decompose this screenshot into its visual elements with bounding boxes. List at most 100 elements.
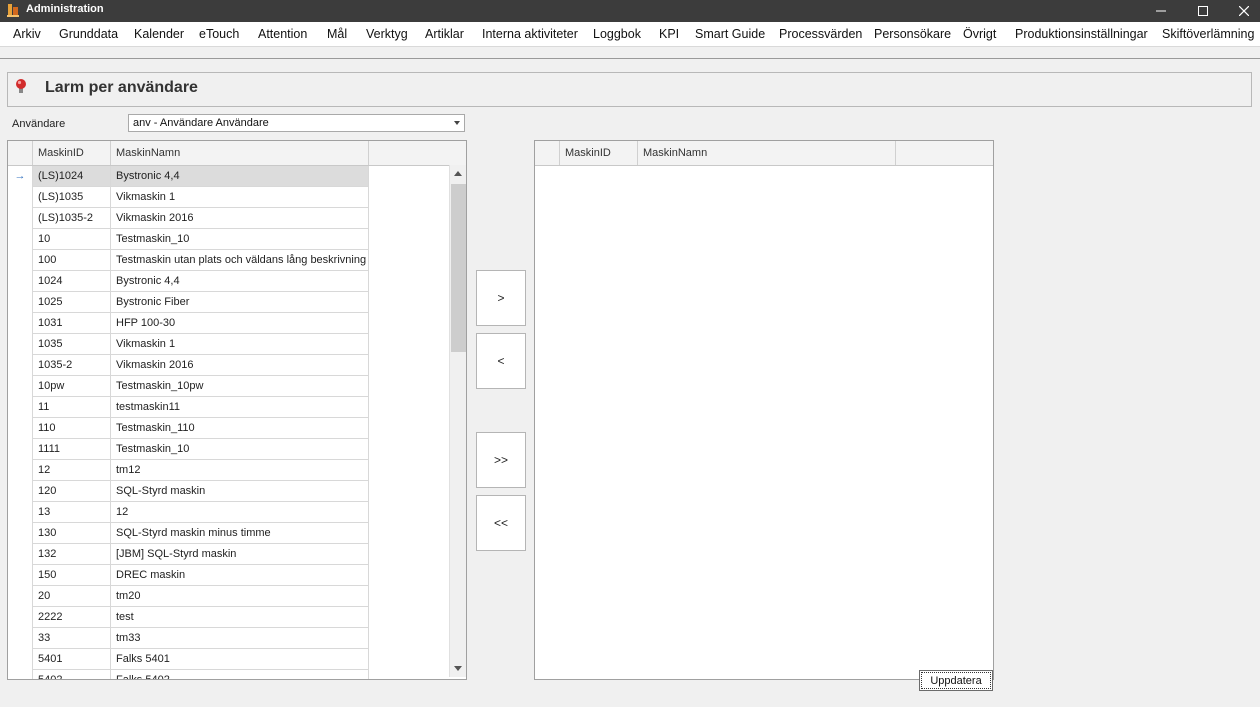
cell-machine-id[interactable]: 120 bbox=[33, 481, 111, 502]
cell-machine-name[interactable]: Bystronic 4,4 bbox=[111, 271, 369, 292]
menu-item-9[interactable]: Loggbok bbox=[593, 26, 641, 42]
row-indicator[interactable] bbox=[8, 355, 33, 376]
add-all-button[interactable]: >> bbox=[476, 432, 526, 488]
cell-machine-name[interactable]: Vikmaskin 2016 bbox=[111, 355, 369, 376]
row-indicator[interactable] bbox=[8, 502, 33, 523]
cell-machine-id[interactable]: 10 bbox=[33, 229, 111, 250]
cell-machine-id[interactable]: 1035-2 bbox=[33, 355, 111, 376]
cell-machine-id[interactable]: 100 bbox=[33, 250, 111, 271]
menu-item-11[interactable]: Smart Guide bbox=[695, 26, 765, 42]
row-indicator[interactable] bbox=[8, 670, 33, 679]
cell-machine-name[interactable]: Falks 5401 bbox=[111, 649, 369, 670]
row-indicator[interactable] bbox=[8, 565, 33, 586]
table-row[interactable]: 120 SQL-Styrd maskin bbox=[8, 481, 369, 502]
row-indicator[interactable] bbox=[8, 586, 33, 607]
menu-item-10[interactable]: KPI bbox=[659, 26, 679, 42]
menu-item-5[interactable]: Mål bbox=[327, 26, 347, 42]
table-row[interactable]: 1111 Testmaskin_10 bbox=[8, 439, 369, 460]
menu-item-14[interactable]: Övrigt bbox=[963, 26, 996, 42]
cell-machine-id[interactable]: 130 bbox=[33, 523, 111, 544]
close-button[interactable] bbox=[1223, 0, 1260, 22]
cell-machine-name[interactable]: Vikmaskin 2016 bbox=[111, 208, 369, 229]
menu-item-3[interactable]: eTouch bbox=[199, 26, 239, 42]
menu-item-16[interactable]: Skiftöverlämning bbox=[1162, 26, 1254, 42]
cell-machine-name[interactable]: DREC maskin bbox=[111, 565, 369, 586]
table-row[interactable]: 20 tm20 bbox=[8, 586, 369, 607]
row-indicator[interactable] bbox=[8, 649, 33, 670]
menu-item-13[interactable]: Personsökare bbox=[874, 26, 951, 42]
row-indicator[interactable] bbox=[8, 418, 33, 439]
table-row[interactable]: → (LS)1024 Bystronic 4,4 bbox=[8, 166, 369, 187]
cell-machine-name[interactable]: Vikmaskin 1 bbox=[111, 334, 369, 355]
column-header-machine-id[interactable]: MaskinID bbox=[560, 141, 638, 165]
maximize-button[interactable] bbox=[1182, 0, 1224, 22]
row-indicator[interactable]: → bbox=[8, 166, 33, 187]
row-indicator[interactable] bbox=[8, 208, 33, 229]
cell-machine-name[interactable]: SQL-Styrd maskin bbox=[111, 481, 369, 502]
scroll-down-icon[interactable] bbox=[454, 666, 462, 671]
row-indicator[interactable] bbox=[8, 376, 33, 397]
cell-machine-id[interactable]: 132 bbox=[33, 544, 111, 565]
cell-machine-id[interactable]: 110 bbox=[33, 418, 111, 439]
cell-machine-id[interactable]: 10pw bbox=[33, 376, 111, 397]
cell-machine-name[interactable]: tm12 bbox=[111, 460, 369, 481]
row-indicator[interactable] bbox=[8, 460, 33, 481]
cell-machine-name[interactable]: Testmaskin utan plats och väldans lång b… bbox=[111, 250, 369, 271]
refresh-button[interactable]: Uppdatera bbox=[919, 670, 993, 691]
menu-item-2[interactable]: Kalender bbox=[134, 26, 184, 42]
cell-machine-id[interactable]: 1031 bbox=[33, 313, 111, 334]
available-machines-grid[interactable]: MaskinID MaskinNamn → (LS)1024 Bystronic 4… bbox=[7, 140, 467, 680]
cell-machine-id[interactable]: 150 bbox=[33, 565, 111, 586]
table-row[interactable]: 33 tm33 bbox=[8, 628, 369, 649]
remove-all-button[interactable]: << bbox=[476, 495, 526, 551]
cell-machine-id[interactable]: 2222 bbox=[33, 607, 111, 628]
cell-machine-name[interactable]: Bystronic Fiber bbox=[111, 292, 369, 313]
table-row[interactable]: 110 Testmaskin_110 bbox=[8, 418, 369, 439]
table-row[interactable]: 10 Testmaskin_10 bbox=[8, 229, 369, 250]
row-indicator[interactable] bbox=[8, 523, 33, 544]
cell-machine-name[interactable]: test bbox=[111, 607, 369, 628]
cell-machine-id[interactable]: 13 bbox=[33, 502, 111, 523]
cell-machine-name[interactable]: [JBM] SQL-Styrd maskin bbox=[111, 544, 369, 565]
row-indicator[interactable] bbox=[8, 271, 33, 292]
table-row[interactable]: 5401 Falks 5401 bbox=[8, 649, 369, 670]
cell-machine-name[interactable]: testmaskin11 bbox=[111, 397, 369, 418]
row-indicator[interactable] bbox=[8, 481, 33, 502]
cell-machine-name[interactable]: SQL-Styrd maskin minus timme bbox=[111, 523, 369, 544]
table-row[interactable]: 11 testmaskin11 bbox=[8, 397, 369, 418]
table-row[interactable]: 5402 Falks 5402 bbox=[8, 670, 369, 679]
row-indicator[interactable] bbox=[8, 229, 33, 250]
table-row[interactable]: 1035 Vikmaskin 1 bbox=[8, 334, 369, 355]
cell-machine-id[interactable]: 5401 bbox=[33, 649, 111, 670]
table-row[interactable]: (LS)1035 Vikmaskin 1 bbox=[8, 187, 369, 208]
table-row[interactable]: 1025 Bystronic Fiber bbox=[8, 292, 369, 313]
vertical-scrollbar[interactable] bbox=[449, 165, 466, 677]
row-indicator[interactable] bbox=[8, 544, 33, 565]
table-row[interactable]: 12 tm12 bbox=[8, 460, 369, 481]
cell-machine-id[interactable]: 1024 bbox=[33, 271, 111, 292]
cell-machine-name[interactable]: Testmaskin_10 bbox=[111, 229, 369, 250]
cell-machine-name[interactable]: Vikmaskin 1 bbox=[111, 187, 369, 208]
menu-item-12[interactable]: Processvärden bbox=[779, 26, 862, 42]
row-indicator[interactable] bbox=[8, 313, 33, 334]
column-header-machine-name[interactable]: MaskinNamn bbox=[111, 141, 369, 165]
table-row[interactable]: 1031 HFP 100-30 bbox=[8, 313, 369, 334]
table-row[interactable]: (LS)1035-2 Vikmaskin 2016 bbox=[8, 208, 369, 229]
row-indicator[interactable] bbox=[8, 187, 33, 208]
table-row[interactable]: 130 SQL-Styrd maskin minus timme bbox=[8, 523, 369, 544]
cell-machine-id[interactable]: 11 bbox=[33, 397, 111, 418]
row-indicator[interactable] bbox=[8, 250, 33, 271]
table-row[interactable]: 10pw Testmaskin_10pw bbox=[8, 376, 369, 397]
row-indicator[interactable] bbox=[8, 292, 33, 313]
menu-item-8[interactable]: Interna aktiviteter bbox=[482, 26, 578, 42]
column-header-machine-id[interactable]: MaskinID bbox=[33, 141, 111, 165]
menu-item-6[interactable]: Verktyg bbox=[366, 26, 408, 42]
cell-machine-id[interactable]: 20 bbox=[33, 586, 111, 607]
cell-machine-name[interactable]: Falks 5402 bbox=[111, 670, 369, 679]
cell-machine-id[interactable]: 1035 bbox=[33, 334, 111, 355]
menu-item-7[interactable]: Artiklar bbox=[425, 26, 464, 42]
add-selected-button[interactable]: > bbox=[476, 270, 526, 326]
cell-machine-name[interactable]: HFP 100-30 bbox=[111, 313, 369, 334]
cell-machine-name[interactable]: Bystronic 4,4 bbox=[111, 166, 369, 187]
table-row[interactable]: 2222 test bbox=[8, 607, 369, 628]
